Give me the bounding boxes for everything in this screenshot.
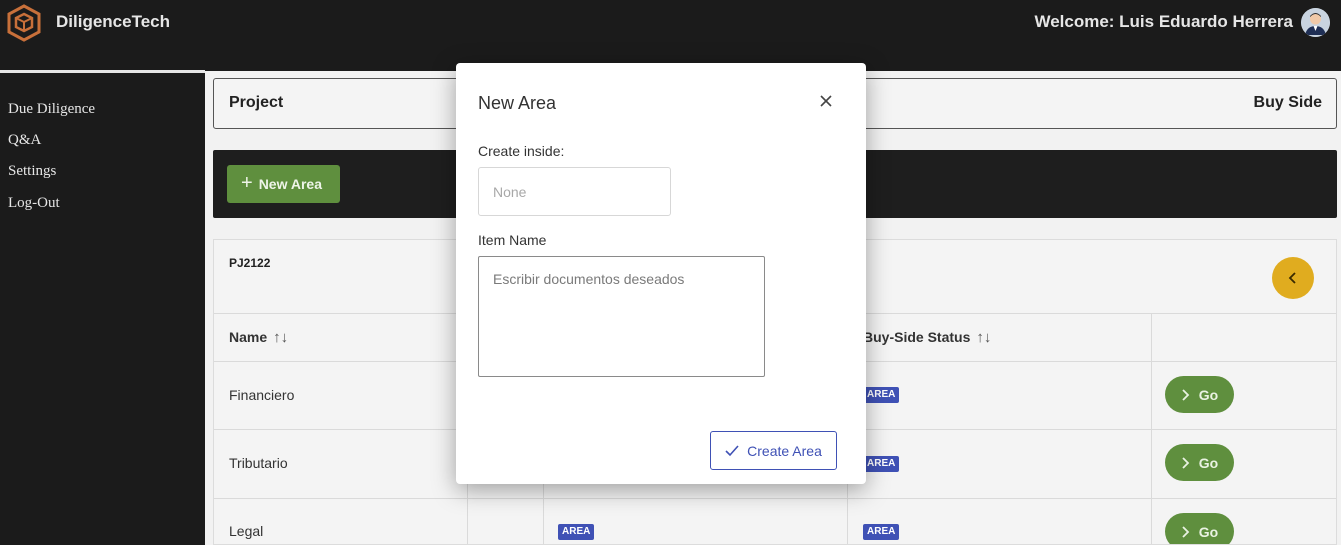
create-area-button[interactable]: Create Area — [710, 431, 837, 470]
create-inside-select[interactable]: None — [478, 167, 671, 216]
create-inside-placeholder: None — [493, 183, 527, 200]
create-inside-label: Create inside: — [478, 143, 565, 159]
item-name-textarea[interactable] — [478, 256, 765, 377]
check-icon — [725, 444, 739, 456]
item-name-label: Item Name — [478, 232, 547, 248]
close-icon[interactable] — [818, 93, 834, 109]
create-area-label: Create Area — [747, 442, 822, 459]
new-area-dialog: New Area Create inside: None Item Name C… — [456, 63, 866, 484]
dialog-title: New Area — [478, 93, 557, 113]
